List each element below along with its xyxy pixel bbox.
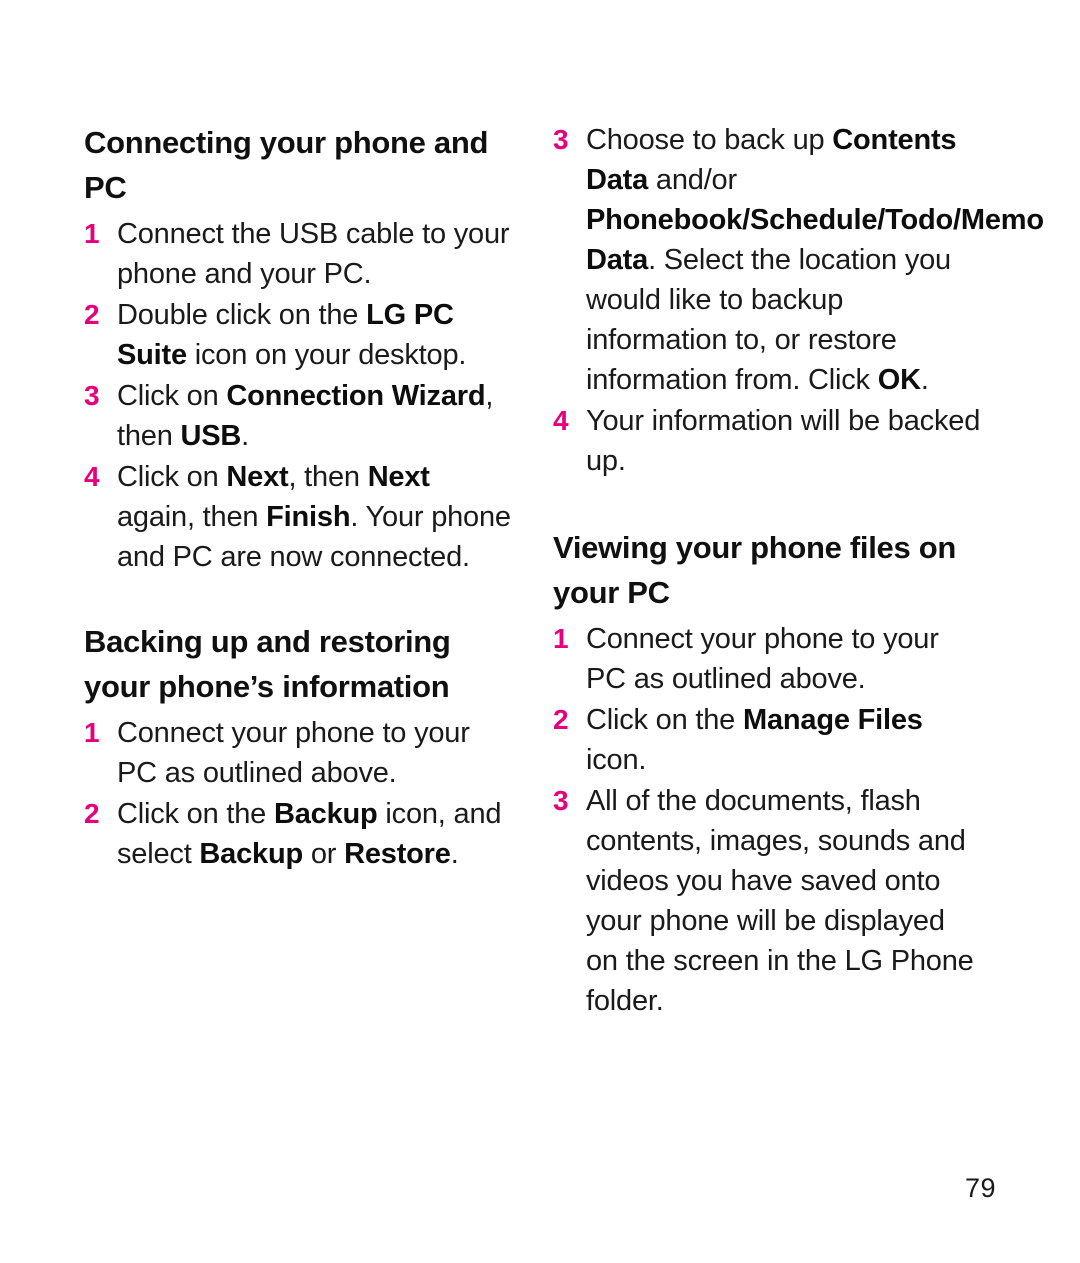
step-number-marker: 3 (553, 124, 569, 155)
step-text: Click on (117, 380, 227, 412)
emphasis-text: Finish (266, 501, 351, 533)
list-item: 3 Click on Connection Wizard, then USB. (84, 376, 515, 456)
numbered-step-list: 1 Connect your phone to your PC as outlin… (84, 713, 515, 874)
content-section: Backing up and restoring your phone’s in… (84, 619, 515, 874)
right-column: 3 Choose to back up Contents Data and/or … (553, 120, 1044, 1022)
emphasis-text: Restore (344, 838, 451, 870)
step-number-marker: 4 (84, 461, 100, 492)
step-number-marker: 1 (553, 623, 569, 654)
content-section: Connecting your phone and PC 1 Connect the… (84, 120, 515, 577)
step-text: again, then (117, 501, 267, 533)
emphasis-text: Next (226, 461, 289, 493)
content-section: 3 Choose to back up Contents Data and/or … (553, 120, 1044, 481)
step-text: All of the documents, flash contents, im… (586, 785, 974, 1017)
step-number-marker: 4 (553, 405, 569, 436)
step-text: Connect the USB cable to your phone and … (117, 218, 510, 290)
step-text: icon. (586, 744, 647, 776)
step-text: or (302, 838, 345, 870)
step-number-marker: 2 (553, 704, 569, 735)
step-number-marker: 1 (84, 717, 100, 748)
numbered-step-list: 3 Choose to back up Contents Data and/or … (553, 120, 1044, 481)
list-item: 1 Connect your phone to your PC as outlin… (553, 619, 984, 699)
section-heading: Viewing your phone files on your PC (553, 530, 956, 610)
numbered-step-list: 1 Connect your phone to your PC as outlin… (553, 619, 984, 1021)
step-number-marker: 1 (84, 218, 100, 249)
numbered-step-list: 1 Connect the USB cable to your phone and… (84, 214, 515, 577)
list-item: 1 Connect the USB cable to your phone and… (84, 214, 515, 294)
list-item: 3 All of the documents, flash contents, i… (553, 781, 984, 1021)
step-number-marker: 2 (84, 798, 100, 829)
list-item: 2 Click on the Manage Files icon. (553, 700, 984, 780)
emphasis-text: Backup (273, 798, 378, 830)
step-text: , then (288, 461, 368, 493)
step-number-marker: 2 (84, 299, 100, 330)
list-item: 2 Click on the Backup icon, and select Ba… (84, 794, 515, 874)
step-text: and/or (648, 164, 737, 196)
emphasis-text: Manage Files (742, 704, 923, 736)
emphasis-text: USB (180, 420, 242, 452)
step-number-marker: 3 (553, 785, 569, 816)
step-text: Click on the (586, 704, 743, 736)
content-section: Viewing your phone files on your PC 1 Conn… (553, 525, 984, 1021)
list-item: 4 Click on Next, then Next again, then Fi… (84, 457, 515, 577)
step-text: Choose to back up (586, 124, 833, 156)
step-text: Connect your phone to your PC as outline… (586, 623, 939, 695)
step-number-marker: 3 (84, 380, 100, 411)
list-item: 4 Your information will be backed up. (553, 401, 984, 481)
step-text: . (241, 420, 249, 452)
emphasis-text: Backup (199, 838, 303, 870)
two-column-body: Connecting your phone and PC 1 Connect the… (84, 120, 1044, 1022)
emphasis-text: Connection Wizard (226, 380, 486, 412)
list-item: 3 Choose to back up Contents Data and/or … (553, 120, 1044, 400)
section-heading: Backing up and restoring your phone’s in… (84, 624, 451, 704)
list-item: 2 Double click on the LG PC Suite icon on… (84, 295, 515, 375)
step-text: Click on the (117, 798, 274, 830)
emphasis-text: OK (877, 364, 921, 396)
left-column: Connecting your phone and PC 1 Connect the… (84, 120, 515, 1022)
section-heading: Connecting your phone and PC (84, 125, 489, 205)
step-text: Double click on the (117, 299, 367, 331)
step-text: Click on (117, 461, 227, 493)
step-text: Connect your phone to your PC as outline… (117, 717, 470, 789)
step-text: Your information will be backed up. (586, 405, 981, 477)
emphasis-text: Next (367, 461, 430, 493)
step-text: icon on your desktop. (186, 339, 467, 371)
step-text: . (920, 364, 929, 396)
page-number: 79 (964, 1173, 996, 1203)
step-text: . (450, 838, 459, 870)
manual-page: Connecting your phone and PC 1 Connect the… (0, 0, 1080, 1263)
list-item: 1 Connect your phone to your PC as outlin… (84, 713, 515, 793)
